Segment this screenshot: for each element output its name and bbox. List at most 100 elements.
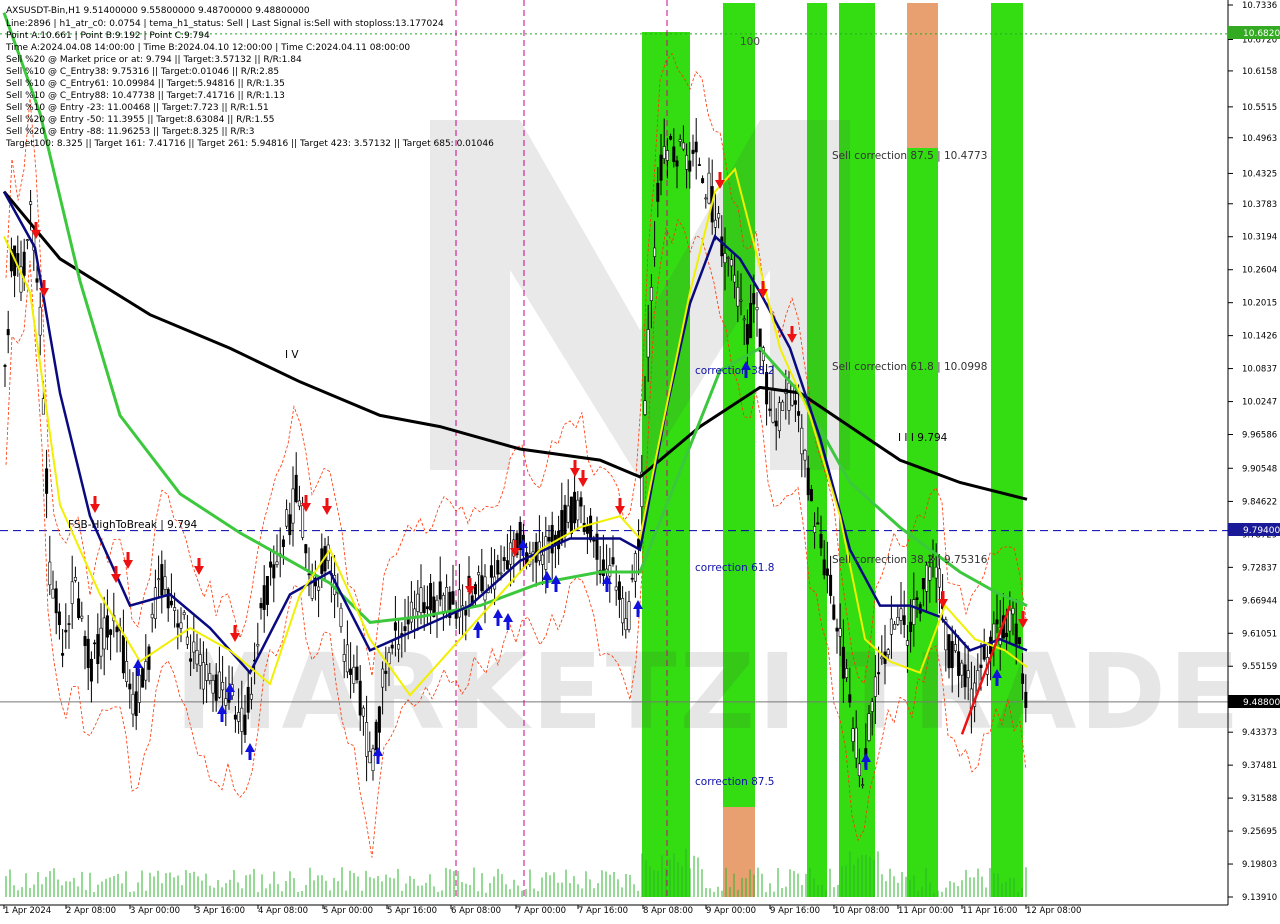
candle-body	[921, 577, 925, 590]
candle-body	[413, 608, 417, 618]
info-line-11: Target100: 8.325 || Target 161: 7.41716 …	[5, 139, 494, 149]
green-zone	[991, 3, 1023, 897]
candle-body	[547, 537, 551, 542]
time-tick-label: 2 Apr 08:00	[66, 906, 116, 916]
candle-body	[822, 559, 826, 576]
info-line-6: Sell %10 @ C_Entry61: 10.09984 || Target…	[6, 79, 285, 89]
candle-body	[54, 588, 58, 614]
candle-body	[886, 649, 890, 655]
price-tick-label: 10.4325	[1242, 169, 1277, 179]
time-tick-label: 5 Apr 16:00	[387, 906, 437, 916]
candle-body	[742, 318, 746, 321]
candle-body	[838, 628, 842, 637]
sell-correction-382-label: Sell correction 38.2 | 9.75316	[832, 554, 988, 566]
candle-body	[416, 593, 420, 612]
candle-body	[739, 299, 743, 302]
candle-body	[73, 577, 77, 581]
candle-body	[147, 646, 151, 670]
candle-body	[829, 574, 833, 596]
candle-body	[774, 420, 778, 427]
candle-body	[902, 615, 906, 625]
wave-iv-label: I V	[285, 349, 299, 361]
candle-body	[813, 526, 817, 533]
chart-root: MARKETZI TRADE I V I I I 9.794 100 FSB-H…	[0, 0, 1280, 920]
candle-body	[365, 722, 369, 757]
candle-body	[169, 600, 173, 606]
time-tick-label: 11 Apr 16:00	[962, 906, 1017, 916]
candle-body	[368, 751, 372, 764]
candle-body	[358, 680, 362, 716]
candle-body	[611, 557, 615, 565]
candle-body	[201, 662, 205, 690]
candle-body	[678, 139, 682, 142]
candle-body	[217, 671, 221, 698]
candle-body	[355, 666, 359, 681]
correction-382-label: correction 38.2	[695, 365, 774, 377]
candle-body	[457, 589, 461, 618]
candle-body	[909, 621, 913, 633]
candle-body	[125, 661, 129, 682]
candle-body	[928, 566, 932, 581]
candle-body	[211, 680, 215, 694]
candle-body	[781, 401, 785, 411]
candle-body	[153, 587, 157, 619]
price-tick-label: 10.4963	[1242, 134, 1277, 144]
candle-body	[425, 606, 429, 610]
candle-body	[621, 598, 625, 624]
green-zone	[723, 3, 755, 897]
candle-body	[1017, 637, 1021, 644]
candle-body	[797, 411, 801, 416]
candle-body	[38, 306, 42, 336]
candle-body	[505, 560, 509, 570]
candle-body	[480, 575, 484, 592]
candle-body	[749, 302, 753, 339]
time-tick-label: 7 Apr 16:00	[578, 906, 628, 916]
candle-body	[867, 713, 871, 741]
candle-body	[624, 618, 628, 631]
candle-body	[963, 664, 967, 688]
candle-body	[979, 664, 983, 669]
info-line-5: Sell %10 @ C_Entry38: 9.75316 || Target:…	[6, 67, 279, 77]
candle-body	[790, 385, 794, 406]
candle-body	[182, 612, 186, 615]
price-tag-current: 9.48800	[1243, 698, 1280, 708]
candle-body	[665, 150, 669, 161]
candle-body	[857, 763, 861, 777]
candle-body	[141, 668, 145, 688]
candle-body	[189, 658, 193, 662]
candle-body	[845, 668, 849, 678]
candle-body	[393, 622, 397, 631]
candle-body	[675, 160, 679, 167]
candle-body	[720, 236, 724, 257]
candle-body	[51, 588, 55, 599]
candle-body	[656, 182, 660, 202]
candle-body	[374, 721, 378, 751]
time-tick-label: 8 Apr 08:00	[643, 906, 693, 916]
price-tick-label: 9.72837	[1242, 563, 1277, 573]
candle-body	[899, 608, 903, 621]
candle-body	[294, 474, 298, 502]
candle-body	[185, 636, 189, 645]
price-tick-label: 9.96586	[1242, 430, 1277, 440]
candle-body	[224, 698, 228, 706]
info-line-3: Time A:2024.04.08 14:00:00 | Time B:2024…	[5, 43, 410, 53]
candle-body	[502, 557, 506, 561]
candle-body	[806, 467, 810, 496]
candle-body	[733, 274, 737, 283]
candle-body	[771, 389, 775, 423]
candle-body	[240, 707, 244, 732]
fsb-label: FSB-HighToBreak | 9.794	[68, 519, 198, 531]
price-tick-label: 9.61051	[1242, 629, 1277, 639]
candle-body	[349, 668, 353, 675]
candle-body	[403, 626, 407, 631]
sell-correction-875-label: Sell correction 87.5 | 10.4773	[832, 150, 987, 162]
candle-body	[77, 598, 81, 618]
candle-body	[630, 577, 634, 580]
info-line-4: Sell %20 @ Market price or at: 9.794 || …	[6, 55, 302, 65]
candle-body	[317, 586, 321, 591]
candle-body	[723, 253, 727, 263]
candle-body	[915, 597, 919, 600]
candle-body	[659, 154, 663, 181]
candle-body	[3, 364, 7, 367]
candle-body	[397, 644, 401, 650]
